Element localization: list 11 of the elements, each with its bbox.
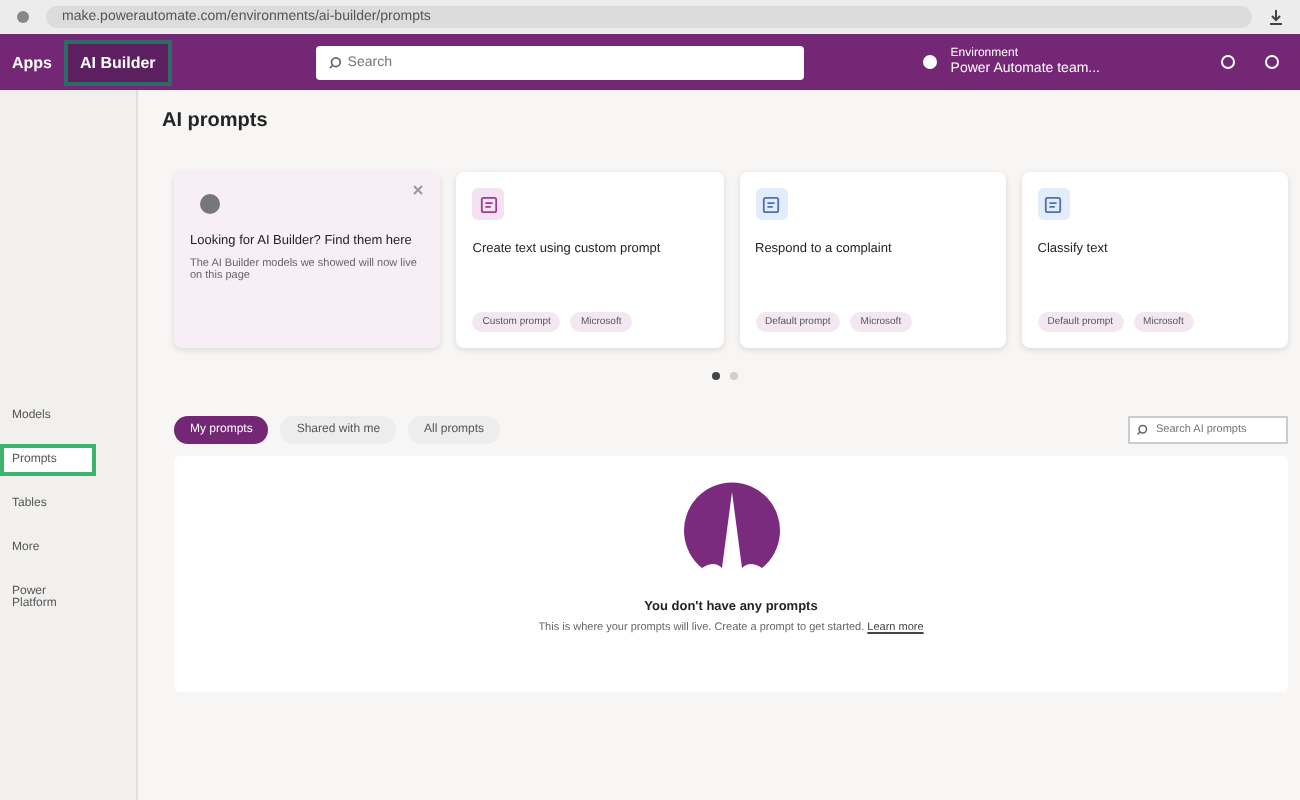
product-name[interactable]: AI Builder xyxy=(64,39,172,85)
download-icon[interactable] xyxy=(1268,9,1284,25)
search-icon xyxy=(1136,424,1148,436)
pager-dot[interactable] xyxy=(712,372,720,380)
prompt-icon xyxy=(755,188,787,220)
prompt-icon xyxy=(1037,188,1070,220)
app-name[interactable]: Apps xyxy=(0,53,64,71)
page-title: AI prompts xyxy=(162,110,270,132)
pager-dot[interactable] xyxy=(730,372,738,380)
prompt-icon xyxy=(472,188,505,220)
search-icon xyxy=(327,55,342,69)
